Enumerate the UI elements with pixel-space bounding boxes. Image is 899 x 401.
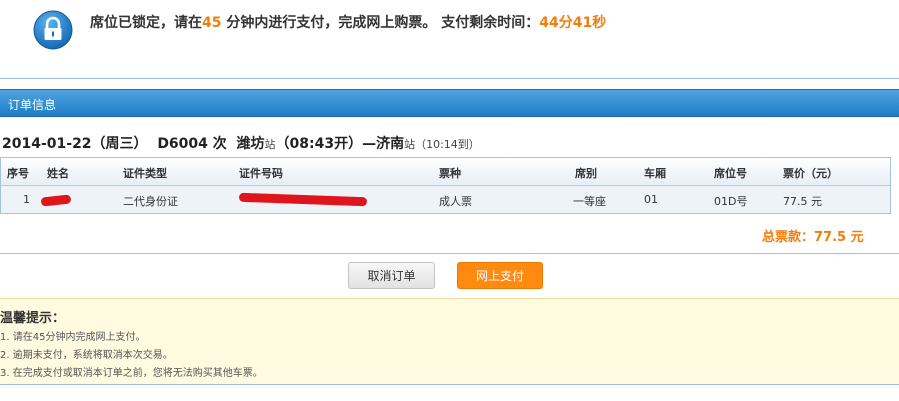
order-info-header: 订单信息 — [0, 89, 899, 117]
row-index: 1 — [23, 193, 30, 206]
order-info-title: 订单信息 — [8, 98, 57, 112]
col-header-seat-class: 席别 — [575, 167, 597, 180]
departure-time: （08:43开） — [275, 136, 363, 152]
col-header-car: 车厢 — [644, 167, 666, 180]
divider — [0, 78, 899, 79]
table-row: 1 二代身份证 成人票 一等座 01 01D号 77.5 元 — [1, 186, 890, 213]
tip-item: 1. 请在45分钟内完成网上支付。 — [0, 332, 146, 343]
tips-title: 温馨提示： — [0, 311, 66, 326]
col-header-index: 序号 — [7, 167, 29, 180]
train-info: 2014-01-22（周三） D6004 次 潍坊站（08:43开）—济南站（1… — [2, 133, 480, 153]
tip-item: 3. 在完成支付或取消本订单之前，您将无法购买其他车票。 — [0, 368, 263, 379]
arrival-time: （10:14到） — [415, 138, 480, 151]
tips-box: 温馨提示： 1. 请在45分钟内完成网上支付。 2. 逾期未支付，系统将取消本次… — [0, 298, 899, 384]
train-number: D6004 次 — [157, 136, 227, 152]
col-header-id-number: 证件号码 — [239, 167, 283, 180]
row-seat-class: 一等座 — [573, 195, 606, 208]
from-station-suffix: 站 — [264, 138, 276, 151]
col-header-seat: 席位号 — [714, 167, 747, 180]
from-station: 潍坊 — [236, 136, 265, 152]
route-dash: — — [362, 136, 377, 152]
cancel-order-button[interactable]: 取消订单 — [348, 262, 435, 289]
divider — [0, 384, 899, 385]
col-header-id-type: 证件类型 — [123, 167, 167, 180]
row-ticket-type: 成人票 — [439, 195, 472, 208]
lock-notice: 席位已锁定，请在45 分钟内进行支付，完成网上购票。 支付剩余时间：44分41秒 — [90, 12, 606, 32]
row-id-type: 二代身份证 — [123, 195, 178, 208]
passenger-table: 序号 姓名 证件类型 证件号码 票种 席别 车厢 席位号 票价（元） 1 二代身… — [0, 157, 891, 214]
col-header-price: 票价（元） — [783, 167, 838, 180]
lock-icon — [33, 10, 73, 50]
divider — [0, 253, 899, 254]
notice-text-2: 分钟内进行支付，完成网上购票。 支付剩余时间： — [221, 15, 540, 31]
redacted-name — [40, 194, 72, 207]
row-seat: 01D号 — [714, 195, 748, 208]
total-amount: 总票款：77.5 元 — [762, 230, 864, 245]
redacted-id-number — [238, 192, 368, 207]
remaining-time: 44分41秒 — [539, 15, 607, 31]
travel-date: 2014-01-22（周三） — [2, 136, 148, 152]
tip-item: 2. 逾期未支付，系统将取消本次交易。 — [0, 350, 173, 361]
col-header-name: 姓名 — [47, 167, 69, 180]
payment-minutes: 45 — [202, 15, 222, 31]
to-station-suffix: 站 — [404, 138, 416, 151]
table-header: 序号 姓名 证件类型 证件号码 票种 席别 车厢 席位号 票价（元） — [1, 158, 890, 186]
online-pay-button[interactable]: 网上支付 — [457, 262, 543, 289]
to-station: 济南 — [376, 136, 405, 152]
row-price: 77.5 元 — [783, 195, 822, 208]
notice-text-1: 席位已锁定，请在 — [90, 15, 202, 31]
row-car: 01 — [644, 193, 658, 206]
col-header-ticket-type: 票种 — [439, 167, 461, 180]
